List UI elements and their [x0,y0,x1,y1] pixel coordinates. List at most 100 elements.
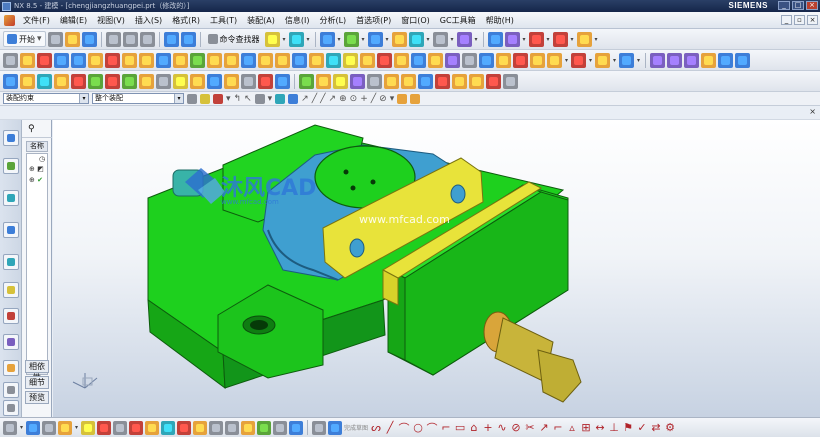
mirror-assembly-icon[interactable] [54,73,69,89]
menu-edit[interactable]: 编辑(E) [55,15,92,26]
align-icon[interactable] [113,420,127,435]
patch-icon[interactable] [496,52,511,68]
product-outline-icon[interactable] [275,73,290,89]
paste-icon[interactable] [139,31,155,47]
spline-tool-icon[interactable]: ∿ [496,421,508,434]
promote-icon[interactable] [418,73,433,89]
replace-face-icon[interactable] [684,52,699,68]
extrude-icon[interactable] [20,52,35,68]
cut-icon[interactable] [105,31,121,47]
component-array-icon[interactable] [37,73,52,89]
close-button[interactable]: × [806,1,818,10]
distance-icon[interactable] [193,420,207,435]
tree-node-assembly[interactable]: ⊕ ✔ [29,176,43,185]
fix-icon[interactable] [129,420,143,435]
layer-grid-icon[interactable] [319,31,335,47]
filter-settings-icon[interactable] [187,93,197,104]
block-icon[interactable] [71,52,86,68]
revolve-icon[interactable] [37,52,52,68]
extract-icon[interactable] [462,52,477,68]
pan-hand-icon[interactable] [391,31,407,47]
minimize-button[interactable]: _ [778,1,790,10]
body-select-icon[interactable] [288,93,299,104]
select-arrow-icon[interactable] [264,31,280,47]
envelope-icon[interactable] [401,73,416,89]
circle-tool-icon[interactable]: ○ [412,421,424,434]
point-tool-icon[interactable]: + [482,421,494,434]
menu-view[interactable]: 视图(V) [92,15,130,26]
reference-set-icon[interactable] [190,73,205,89]
split-body-icon[interactable] [377,52,392,68]
fit-constraint-icon[interactable] [241,420,255,435]
clearance-icon[interactable] [173,73,188,89]
center-icon[interactable] [273,420,287,435]
selection-scope-dropdown[interactable]: 整个装配 ▾ [92,93,184,104]
reuse-library-tab-icon[interactable] [3,222,19,238]
new-file-icon[interactable] [47,31,63,47]
bom-icon[interactable] [367,73,382,89]
mate-icon[interactable] [145,420,159,435]
quadrant-point-icon[interactable]: ⊙ [350,94,358,104]
offset-curve-icon[interactable]: ⊘ [510,421,522,434]
arc-tool-icon[interactable]: ⌒ [398,420,410,436]
show-constraints-icon[interactable]: ⚑ [622,421,634,434]
convert-reference-icon[interactable]: ⇄ [650,421,662,434]
polygon-tool-icon[interactable]: ⌂ [468,421,480,434]
make-coplanar-icon[interactable] [735,52,750,68]
trim-tool-icon[interactable]: ✂ [524,421,536,434]
orient-view-icon[interactable] [408,31,424,47]
menu-help[interactable]: 帮助(H) [481,15,519,26]
subtract-icon[interactable] [258,52,273,68]
resize-blend-icon[interactable] [718,52,733,68]
pattern-icon[interactable] [428,52,443,68]
palette-tab-icon[interactable] [3,382,19,398]
deformable-icon[interactable] [384,73,399,89]
cone-icon[interactable] [105,52,120,68]
open-folder-icon[interactable] [64,31,80,47]
panel-close-icon[interactable]: × [809,107,816,116]
pattern-curve-icon[interactable]: ⊞ [580,421,592,434]
background-icon[interactable] [432,31,448,47]
sphere-icon[interactable] [122,52,137,68]
assembly-constraint-icon[interactable] [71,73,86,89]
menu-window[interactable]: 窗口(O) [396,15,435,26]
groove-icon[interactable] [224,52,239,68]
show-constraints-icon[interactable] [88,73,103,89]
pad-icon[interactable] [190,52,205,68]
alternate-solution-icon[interactable]: ⚙ [664,421,676,434]
menu-gc-toolkit[interactable]: GC工具箱 [435,15,481,26]
rectangle-tool-icon[interactable]: ▭ [454,421,466,434]
menu-information[interactable]: 信息(I) [280,15,315,26]
select-all-icon[interactable] [200,93,210,104]
edge-blend-icon[interactable] [292,52,307,68]
name-column-header[interactable]: 名称 [26,141,48,152]
part-navigator-tab-icon[interactable] [3,190,19,206]
mirror-icon[interactable] [445,52,460,68]
sketch-grid-icon[interactable] [328,420,342,435]
extend-tool-icon[interactable]: ↗ [538,421,550,434]
face-blend-icon[interactable] [595,52,610,68]
doc-close-button[interactable]: × [807,15,818,25]
finish-sketch-icon[interactable] [312,420,326,435]
part-family-icon[interactable] [469,73,484,89]
slot-icon[interactable] [207,52,222,68]
thicken-icon[interactable] [411,52,426,68]
constraint-icon[interactable] [97,420,111,435]
type-filter-dropdown[interactable]: 装配约束 ▾ [3,93,89,104]
menu-format[interactable]: 格式(R) [167,15,205,26]
check-icon[interactable] [258,73,273,89]
intersect-icon[interactable] [275,52,290,68]
sequence-icon[interactable] [139,73,154,89]
maximize-button[interactable]: □ [792,1,804,10]
scale-body-icon[interactable] [547,52,562,68]
point-on-face-icon[interactable]: ⊘ [379,94,387,104]
face-rule-icon[interactable] [254,93,265,104]
edit-object-icon[interactable] [288,31,304,47]
bounded-grid-icon[interactable] [410,93,421,104]
interference-icon[interactable] [316,73,331,89]
dimension-icon[interactable] [576,31,592,47]
render-style-icon[interactable] [343,31,359,47]
remember-constraints-icon[interactable] [105,73,120,89]
trim-body-icon[interactable] [360,52,375,68]
point-on-curve-icon[interactable]: ╱ [371,94,376,104]
